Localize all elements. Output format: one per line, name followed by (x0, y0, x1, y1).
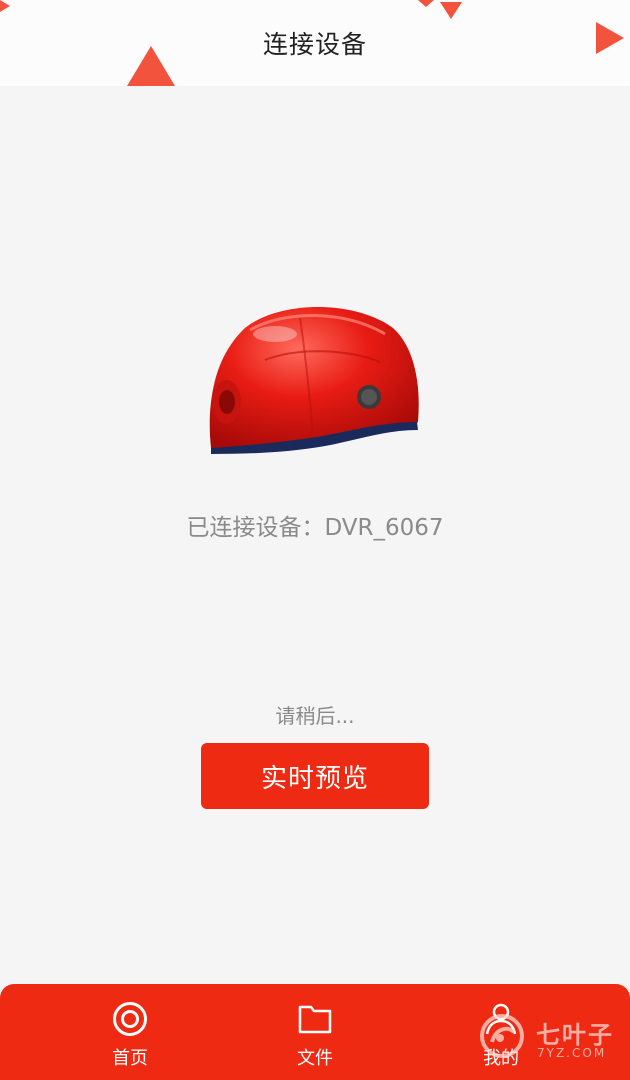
home-target-icon (113, 1002, 147, 1036)
live-preview-button[interactable]: 实时预览 (201, 743, 429, 809)
folder-icon (298, 1005, 332, 1034)
wait-status-text: 请稍后... (275, 704, 355, 728)
page-title: 连接设备 (262, 30, 367, 59)
watermark-url: 7YZ.COM (537, 1046, 607, 1060)
tab-home[interactable]: 首页 (70, 984, 190, 1080)
connected-device-label: 已连接设备：DVR_6067 (186, 515, 444, 541)
tab-files[interactable]: 文件 (255, 984, 375, 1080)
tab-label: 文件 (297, 1048, 333, 1069)
helmet-camera-image (209, 307, 419, 454)
watermark: 七叶子 7YZ.COM (478, 1012, 628, 1068)
tab-label: 首页 (112, 1048, 148, 1069)
decorative-triangle (596, 22, 624, 54)
decorative-triangle (127, 46, 175, 86)
app-header: 连接设备 (0, 0, 630, 86)
decorative-triangle (418, 0, 434, 7)
watermark-logo-icon (480, 1014, 524, 1058)
decorative-triangle (440, 2, 462, 19)
decorative-triangle (0, 0, 10, 12)
watermark-name: 七叶子 (536, 1021, 614, 1049)
